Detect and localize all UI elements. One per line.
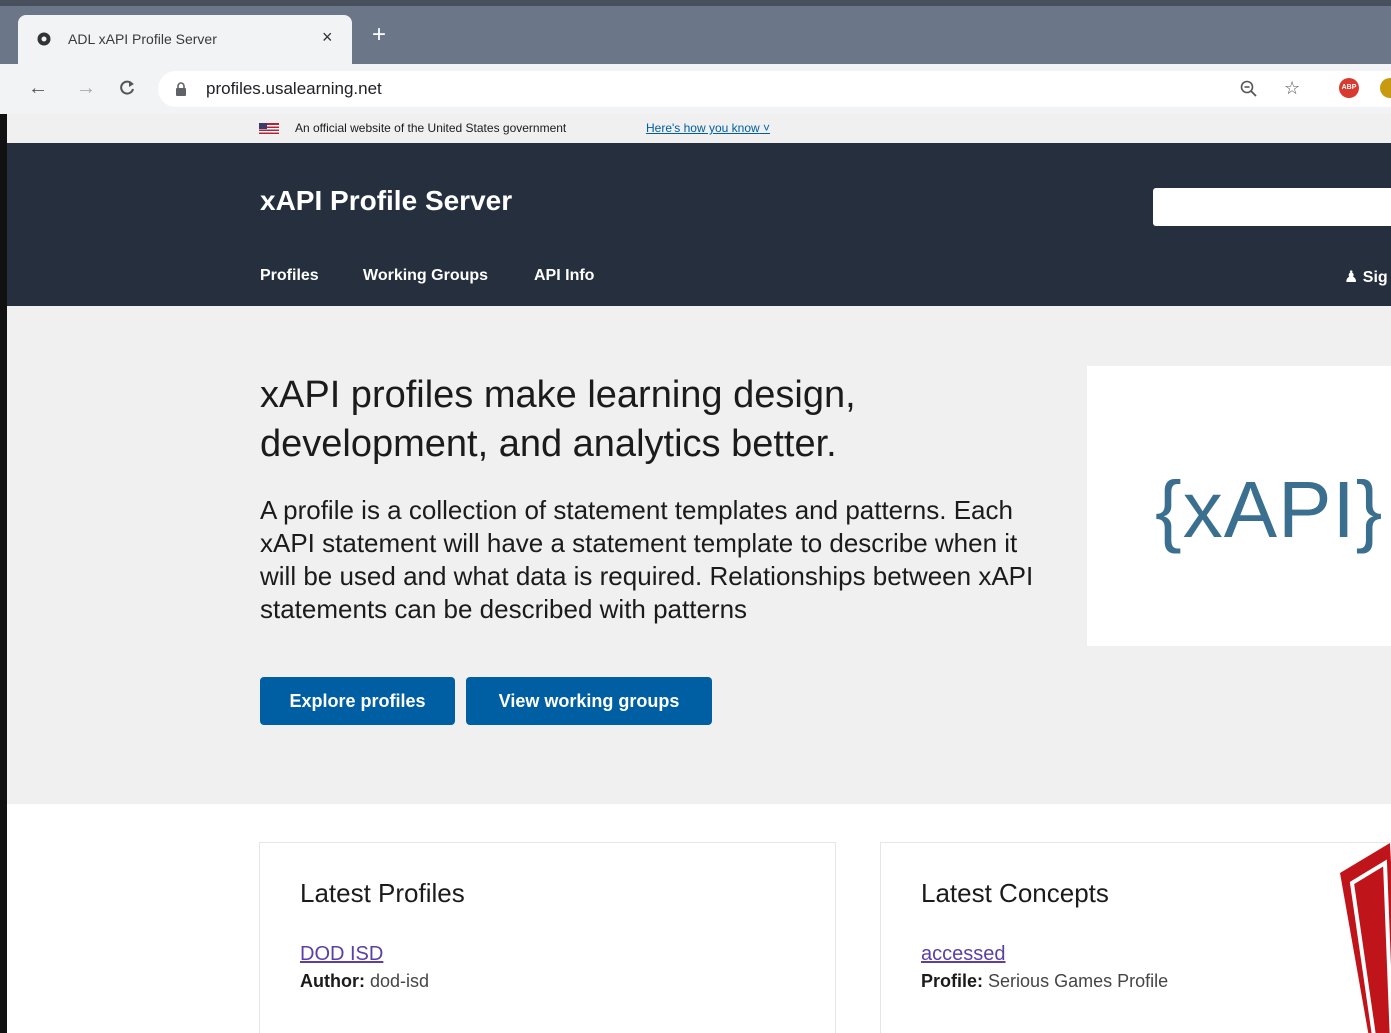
user-icon: ♟ [1344,269,1359,286]
bookmark-star-icon[interactable]: ☆ [1284,78,1300,98]
latest-section: Latest Profiles DOD ISD Author: dod-isd … [7,804,1391,1033]
gov-banner-link-label: Here's how you know [646,121,760,135]
xapi-logo: {xAPI} [1155,465,1384,554]
view-working-groups-button[interactable]: View working groups [466,677,712,725]
browser-tab-strip: ADL xAPI Profile Server × + [0,0,1391,65]
lock-icon [176,82,186,96]
concept-link[interactable]: accessed [921,943,1006,966]
latest-concepts-card: Latest Concepts accessed Profile: Seriou… [880,842,1391,1033]
profile-author-value: dod-isd [370,971,430,991]
hero-title: xAPI profiles make learning design, deve… [260,374,856,465]
nav-working-groups[interactable]: Working Groups [363,267,488,285]
red-badge-graphic [1340,843,1391,1033]
nav-profiles[interactable]: Profiles [260,267,319,285]
explore-profiles-button[interactable]: Explore profiles [260,677,455,725]
adblock-extension-icon[interactable]: ABP [1339,78,1359,98]
profile-author: Author: dod-isd [300,971,429,992]
back-arrow-icon[interactable]: ← [28,76,48,100]
zoom-out-icon[interactable] [1240,80,1258,98]
browser-tab[interactable]: ADL xAPI Profile Server × [18,15,352,65]
reload-icon[interactable] [118,79,136,97]
browser-toolbar: ← → profiles.usalearning.net ☆ [0,64,1391,114]
site-header: xAPI Profile Server Profiles Working Gro… [7,143,1391,306]
gov-banner-text: An official website of the United States… [295,121,567,135]
hero-description: A profile is a collection of statement t… [260,495,1034,624]
latest-concepts-heading: Latest Concepts [921,878,1109,908]
gov-banner: An official website of the United States… [7,114,1391,143]
latest-profiles-card: Latest Profiles DOD ISD Author: dod-isd [259,842,836,1033]
forward-arrow-icon[interactable]: → [76,76,96,100]
profile-link[interactable]: DOD ISD [300,943,383,966]
latest-profiles-heading: Latest Profiles [300,878,465,908]
tab-title: ADL xAPI Profile Server [68,31,217,47]
sign-in-link[interactable]: ♟ Sig [1344,267,1388,287]
tab-strip-top-band [0,0,1391,6]
concept-profile-label: Profile: [921,971,984,991]
us-flag-icon [259,123,279,134]
search-input[interactable] [1153,188,1391,226]
site-title[interactable]: xAPI Profile Server [260,185,512,217]
nav-api-info[interactable]: API Info [534,267,594,285]
tab-close-icon[interactable]: × [322,27,333,47]
new-tab-button[interactable]: + [372,23,386,47]
concept-profile-value: Serious Games Profile [988,971,1169,991]
sign-in-label: Sig [1362,269,1388,286]
address-bar[interactable]: profiles.usalearning.net [158,71,1391,107]
gov-banner-link[interactable]: Here's how you know ˅ [646,121,770,135]
gear-icon [37,32,51,46]
concept-profile: Profile: Serious Games Profile [921,971,1168,992]
url-text: profiles.usalearning.net [206,79,382,98]
profile-author-label: Author: [300,971,365,991]
hero-section: xAPI profiles make learning design, deve… [7,306,1391,804]
xapi-logo-card: {xAPI} [1087,366,1391,646]
